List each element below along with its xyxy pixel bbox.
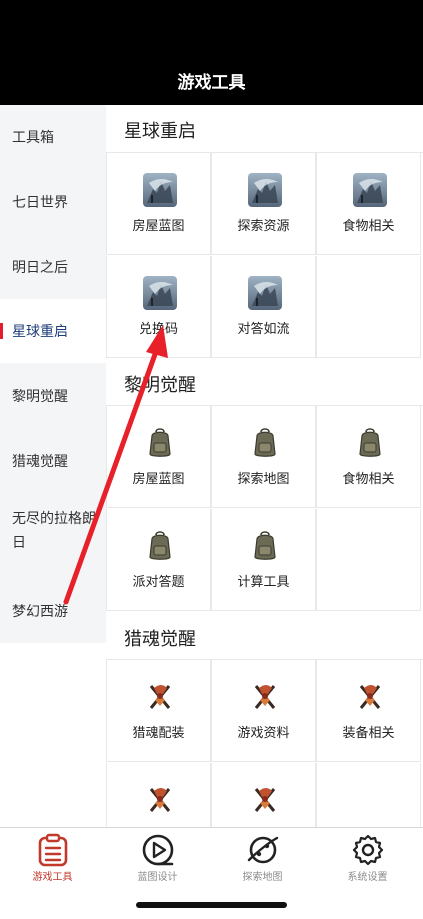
tab-label: 系统设置 — [347, 872, 388, 883]
play-circle-icon — [142, 834, 174, 866]
tool-item[interactable]: 探索地图 — [211, 406, 316, 508]
tool-item-label: 房屋蓝图 — [132, 472, 185, 487]
app-header: 游戏工具 — [0, 0, 423, 105]
axe-emblem-icon — [353, 680, 387, 714]
tool-item-label: 房屋蓝图 — [132, 219, 185, 234]
sidebar-item-label: 明日之后 — [12, 260, 68, 276]
gear-icon — [352, 834, 384, 866]
tool-item-label: 猎魂配装 — [132, 726, 185, 741]
section-title: 星球重启 — [124, 121, 196, 142]
tool-item[interactable]: 对答如流 — [211, 256, 316, 358]
dragon-art-icon — [248, 276, 282, 310]
empty-cell — [316, 509, 421, 611]
tool-item-label: 装备相关 — [342, 726, 395, 741]
tool-item-label: 游戏资料 — [237, 726, 290, 741]
backpack-icon — [143, 529, 177, 563]
tool-item[interactable]: 食物相关 — [316, 153, 421, 255]
tool-item-label: 派对答题 — [132, 575, 185, 590]
sidebar-item-hunter-awaken[interactable]: 猎魂觉醒 — [0, 429, 106, 493]
tool-item[interactable] — [106, 763, 211, 827]
backpack-icon — [248, 529, 282, 563]
sidebar-item-label: 七日世界 — [12, 195, 68, 211]
page-title: 游戏工具 — [177, 73, 246, 93]
home-indicator — [136, 902, 287, 908]
sidebar-item-label: 黎明觉醒 — [12, 389, 68, 405]
empty-cell — [316, 763, 421, 827]
tool-item[interactable]: 探索资源 — [211, 153, 316, 255]
axe-emblem-icon — [143, 680, 177, 714]
active-indicator — [0, 323, 3, 339]
axe-emblem-icon — [248, 680, 282, 714]
section-title: 猎魂觉醒 — [124, 629, 196, 650]
tab-label: 探索地图 — [242, 872, 283, 883]
tool-item[interactable]: 游戏资料 — [211, 660, 316, 762]
tool-item[interactable]: 房屋蓝图 — [106, 153, 211, 255]
backpack-icon — [143, 426, 177, 460]
tab-system-settings[interactable]: 系统设置 — [315, 828, 420, 888]
sidebar-item-lagrange[interactable]: 无尽的拉格朗日 — [0, 493, 106, 573]
dragon-art-icon — [143, 173, 177, 207]
tool-item-label: 探索地图 — [237, 472, 290, 487]
sidebar-item-planet-restart[interactable]: 星球重启 — [0, 299, 106, 363]
dragon-art-icon — [248, 173, 282, 207]
sidebar-item-label: 猎魂觉醒 — [12, 454, 68, 470]
axe-emblem-icon — [143, 783, 177, 817]
tool-item-label: 对答如流 — [237, 322, 290, 337]
tool-item-label: 探索资源 — [237, 219, 290, 234]
tab-explore-map[interactable]: 探索地图 — [210, 828, 315, 888]
dragon-art-icon — [353, 173, 387, 207]
tool-item[interactable]: 猎魂配装 — [106, 660, 211, 762]
sidebar-item-label: 无尽的拉格朗日 — [12, 511, 96, 551]
tool-item-label: 兑换码 — [138, 322, 178, 337]
tool-item[interactable]: 兑换码 — [106, 256, 211, 358]
tab-blueprint-design[interactable]: 蓝图设计 — [105, 828, 210, 888]
tool-item-label: 食物相关 — [342, 472, 395, 487]
tab-label: 游戏工具 — [32, 872, 73, 883]
backpack-icon — [353, 426, 387, 460]
tool-item[interactable]: 计算工具 — [211, 509, 316, 611]
tab-label: 蓝图设计 — [137, 872, 178, 883]
sidebar-item-dawn-awaken[interactable]: 黎明觉醒 — [0, 364, 106, 428]
tool-item[interactable]: 食物相关 — [316, 406, 421, 508]
tool-item-label: 食物相关 — [342, 219, 395, 234]
empty-cell — [316, 256, 421, 358]
sidebar-item-label: 星球重启 — [12, 324, 68, 340]
sidebar-item-toolbox[interactable]: 工具箱 — [0, 105, 106, 169]
tool-item-label: 计算工具 — [237, 575, 290, 590]
section-title: 黎明觉醒 — [124, 375, 196, 396]
dragon-art-icon — [143, 276, 177, 310]
sidebar-item-label: 梦幻西游 — [12, 604, 68, 620]
tool-item[interactable]: 装备相关 — [316, 660, 421, 762]
sidebar-item-7days[interactable]: 七日世界 — [0, 170, 106, 234]
planet-icon — [247, 836, 279, 864]
tool-item[interactable]: 派对答题 — [106, 509, 211, 611]
sidebar-item-westward[interactable]: 梦幻西游 — [0, 579, 106, 643]
sidebar-item-label: 工具箱 — [12, 130, 54, 146]
tool-item[interactable] — [211, 763, 316, 827]
axe-emblem-icon — [248, 783, 282, 817]
clipboard-list-icon — [38, 833, 68, 867]
tool-item[interactable]: 房屋蓝图 — [106, 406, 211, 508]
tool-content: 星球重启 房屋蓝图 探索资源 食物相关 兑换码 对答如流 黎明觉醒 房屋蓝图 探… — [106, 105, 423, 827]
backpack-icon — [248, 426, 282, 460]
game-sidebar: 工具箱 七日世界 明日之后 星球重启 黎明觉醒 猎魂觉醒 无尽的拉格朗日 梦幻西… — [0, 105, 106, 643]
sidebar-item-lifeafter[interactable]: 明日之后 — [0, 235, 106, 299]
tab-game-tools[interactable]: 游戏工具 — [0, 828, 105, 888]
